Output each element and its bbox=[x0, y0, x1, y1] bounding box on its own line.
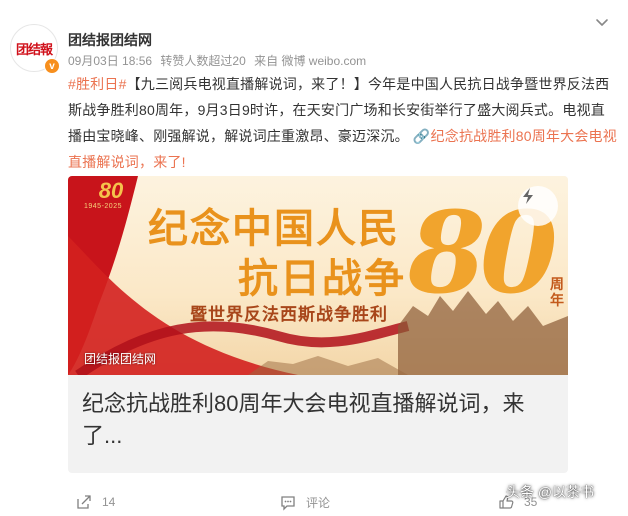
cover-subtitle: 暨世界反法西斯战争胜利 bbox=[190, 305, 388, 325]
brand-watermark: 头条 @以茶书 bbox=[506, 484, 595, 500]
weibo-post: 团结報 v 团结报团结网 09月03日 18:56 转赞人数超过20 来自 微博… bbox=[0, 0, 628, 516]
article-card-title[interactable]: 纪念抗战胜利80周年大会电视直播解说词，来了... bbox=[82, 388, 552, 452]
chevron-down-icon[interactable] bbox=[594, 14, 610, 30]
cover-badge: 80 bbox=[88, 178, 134, 218]
article-link-icon: 🔗 bbox=[412, 128, 431, 144]
post-text: #胜利日#【九三阅兵电视直播解说词，来了！】今年是中国人民抗日战争暨世界反法西斯… bbox=[68, 71, 618, 175]
cover-suffix: 周年 bbox=[550, 276, 564, 308]
comment-label: 评论 bbox=[306, 496, 331, 510]
repost-summary: 转赞人数超过20 bbox=[160, 54, 246, 68]
comment-button[interactable]: 评论 bbox=[280, 494, 330, 511]
share-count: 14 bbox=[102, 495, 116, 509]
cover-watermark: 团结报团结网 bbox=[84, 352, 157, 366]
post-meta: 09月03日 18:56 转赞人数超过20 来自 微博 weibo.com bbox=[68, 52, 371, 69]
article-cover-image[interactable]: 80 1945-2025 纪念中国人民 抗日战争 暨世界反法西斯战争胜利 80 … bbox=[68, 176, 568, 375]
article-card[interactable]: 80 1945-2025 纪念中国人民 抗日战争 暨世界反法西斯战争胜利 80 … bbox=[68, 176, 568, 473]
cover-badge-number: 80 bbox=[98, 178, 124, 203]
post-source: 来自 微博 weibo.com bbox=[254, 54, 367, 68]
comment-icon bbox=[281, 495, 295, 511]
account-name[interactable]: 团结报团结网 bbox=[68, 30, 152, 50]
verified-badge-icon: v bbox=[44, 58, 60, 74]
share-button[interactable]: 14 bbox=[76, 494, 115, 510]
share-icon bbox=[77, 495, 91, 509]
post-time[interactable]: 09月03日 18:56 bbox=[68, 54, 152, 68]
cover-badge-years: 1945-2025 bbox=[84, 203, 122, 210]
hashtag-link[interactable]: #胜利日# bbox=[68, 76, 127, 92]
cover-title-line-2: 抗日战争 bbox=[238, 255, 406, 302]
play-badge-icon[interactable] bbox=[518, 186, 558, 226]
